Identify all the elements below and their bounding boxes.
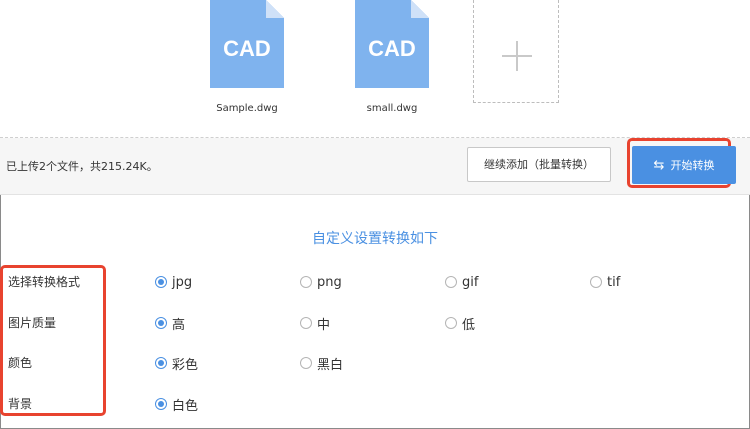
upload-area: CAD Sample.dwg CAD small.dwg	[0, 0, 750, 137]
swap-icon: ⇆	[653, 157, 665, 173]
option-label: jpg	[172, 274, 193, 290]
option-label: tif	[607, 274, 621, 290]
settings-title: 自定义设置转换如下	[312, 231, 438, 247]
quality-option-high[interactable]: 高	[155, 313, 185, 333]
file-name: Sample.dwg	[216, 103, 278, 114]
quality-row: 图片质量 高 中 低	[0, 311, 750, 335]
color-option-bw[interactable]: 黑白	[300, 353, 343, 373]
svg-text:CAD: CAD	[368, 36, 416, 61]
format-row: 选择转换格式 jpg png gif tif	[0, 270, 750, 294]
option-label: 黑白	[317, 357, 344, 373]
background-label: 背景	[8, 397, 33, 411]
radio-selected[interactable]	[155, 357, 167, 369]
file-name: small.dwg	[366, 103, 418, 114]
option-label: 彩色	[172, 357, 199, 373]
quality-option-medium[interactable]: 中	[300, 313, 330, 333]
add-more-button[interactable]: 继续添加（批量转换）	[467, 147, 611, 182]
option-label: 中	[317, 317, 331, 333]
start-convert-label: 开始转换	[670, 159, 715, 172]
option-label: 白色	[172, 398, 199, 414]
format-label: 选择转换格式	[8, 275, 81, 289]
background-option-white[interactable]: 白色	[155, 394, 198, 414]
radio-unselected[interactable]	[300, 276, 312, 288]
file-card-small[interactable]: CAD small.dwg	[332, 0, 452, 130]
radio-unselected[interactable]	[300, 357, 312, 369]
quality-label: 图片质量	[8, 316, 57, 330]
start-convert-button[interactable]: ⇆ 开始转换	[632, 146, 736, 184]
file-card-sample[interactable]: CAD Sample.dwg	[187, 0, 307, 130]
option-label: 高	[172, 317, 186, 333]
radio-unselected[interactable]	[300, 317, 312, 329]
add-file-tile[interactable]	[473, 0, 559, 103]
cad-file-icon: CAD	[210, 0, 284, 88]
color-option-color[interactable]: 彩色	[155, 353, 198, 373]
format-option-gif[interactable]: gif	[445, 272, 478, 292]
radio-selected[interactable]	[155, 276, 167, 288]
option-label: gif	[462, 274, 479, 290]
color-row: 颜色 彩色 黑白	[0, 351, 750, 375]
radio-selected[interactable]	[155, 398, 167, 410]
radio-unselected[interactable]	[445, 276, 457, 288]
format-option-png[interactable]: png	[300, 272, 342, 292]
background-row: 背景 白色	[0, 392, 750, 416]
option-label: 低	[462, 317, 476, 333]
format-option-tif[interactable]: tif	[590, 272, 620, 292]
upload-summary: 已上传2个文件，共215.24K。	[6, 160, 158, 173]
radio-unselected[interactable]	[590, 276, 602, 288]
svg-text:CAD: CAD	[223, 36, 271, 61]
quality-option-low[interactable]: 低	[445, 313, 475, 333]
color-label: 颜色	[8, 356, 33, 370]
radio-selected[interactable]	[155, 317, 167, 329]
option-label: png	[317, 274, 342, 290]
cad-file-icon: CAD	[355, 0, 429, 88]
radio-unselected[interactable]	[445, 317, 457, 329]
format-option-jpg[interactable]: jpg	[155, 272, 192, 292]
